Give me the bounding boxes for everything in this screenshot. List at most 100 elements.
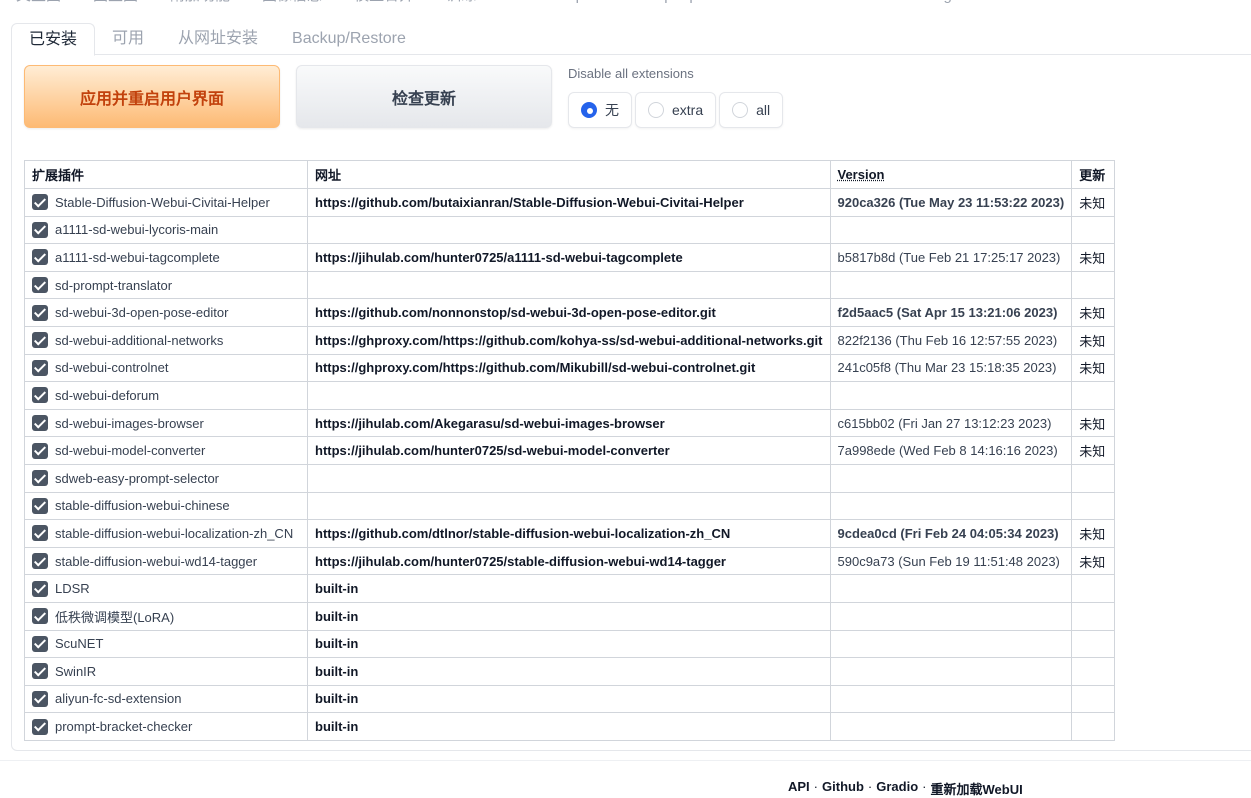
extension-toggle[interactable]: LDSR bbox=[32, 580, 300, 597]
radio-option-extra[interactable]: extra bbox=[635, 92, 717, 128]
extension-toggle[interactable]: 低秩微调模型(LoRA) bbox=[32, 607, 300, 626]
header-update: 更新 bbox=[1071, 160, 1116, 189]
tab-available[interactable]: 可用 bbox=[95, 23, 161, 55]
radio-option-all[interactable]: all bbox=[719, 92, 784, 128]
extension-toggle[interactable]: ScuNET bbox=[32, 635, 300, 652]
extension-update-status bbox=[1071, 215, 1116, 245]
extension-toggle[interactable]: aliyun-fc-sd-extension bbox=[32, 690, 300, 707]
extension-version bbox=[829, 574, 1073, 603]
extension-version bbox=[829, 684, 1073, 714]
extension-url[interactable]: https://ghproxy.com/https://github.com/M… bbox=[307, 353, 831, 383]
extension-toggle[interactable]: stable-diffusion-webui-wd14-tagger bbox=[32, 553, 300, 570]
extension-update-status bbox=[1071, 491, 1116, 521]
footer-link-reload-ui[interactable]: 重新加载WebUI bbox=[931, 779, 1023, 798]
extension-update-status: 未知 bbox=[1071, 188, 1116, 217]
radio-option-none[interactable]: 无 bbox=[568, 92, 632, 128]
extension-cell: LDSR bbox=[24, 574, 308, 603]
main-tab[interactable]: 图生图 bbox=[77, 0, 154, 6]
table-row: sd-webui-deforum bbox=[24, 381, 1116, 410]
table-row: SwinIR built-in bbox=[24, 657, 1116, 686]
tab-backup-restore[interactable]: Backup/Restore bbox=[275, 23, 423, 55]
extension-toggle[interactable]: sd-webui-additional-networks bbox=[32, 332, 300, 349]
main-tab[interactable]: 文生图 bbox=[0, 0, 77, 6]
table-row: prompt-bracket-checker built-in bbox=[24, 712, 1116, 741]
main-tab[interactable]: Civitai Helper bbox=[492, 0, 613, 6]
checkbox-checked-icon[interactable] bbox=[32, 221, 48, 238]
footer-link-github[interactable]: Github bbox=[822, 779, 864, 798]
extension-url[interactable]: https://github.com/butaixianran/Stable-D… bbox=[307, 188, 831, 217]
extension-toggle[interactable]: sd-webui-3d-open-pose-editor bbox=[32, 304, 300, 321]
extension-url[interactable]: https://jihulab.com/hunter0725/stable-di… bbox=[307, 546, 831, 576]
checkbox-checked-icon[interactable] bbox=[32, 415, 48, 432]
extension-toggle[interactable]: a1111-sd-webui-tagcomplete bbox=[32, 249, 300, 266]
tab-install-from-url[interactable]: 从网址安装 bbox=[161, 23, 275, 55]
checkbox-checked-icon[interactable] bbox=[32, 470, 48, 487]
checkbox-checked-icon[interactable] bbox=[32, 663, 48, 680]
extension-cell: sd-webui-additional-networks bbox=[24, 325, 308, 355]
main-tab[interactable]: Image Browser bbox=[902, 0, 1035, 6]
checkbox-checked-icon[interactable] bbox=[32, 194, 48, 211]
extension-toggle[interactable]: Stable-Diffusion-Webui-Civitai-Helper bbox=[32, 194, 300, 211]
extension-url[interactable]: https://jihulab.com/Akegarasu/sd-webui-i… bbox=[307, 408, 831, 438]
extensions-table: 扩展插件 网址 Version 更新 Stable-Diffusion-Webu… bbox=[24, 160, 1116, 741]
main-tab[interactable]: Additional Networks bbox=[738, 0, 903, 6]
checkbox-checked-icon[interactable] bbox=[32, 304, 48, 321]
extension-url[interactable]: https://ghproxy.com/https://github.com/k… bbox=[307, 325, 831, 355]
extension-toggle[interactable]: sd-prompt-translator bbox=[32, 277, 300, 294]
check-updates-button[interactable]: 检查更新 bbox=[296, 65, 552, 128]
extension-url bbox=[307, 463, 831, 493]
extension-toggle[interactable]: sd-webui-deforum bbox=[32, 387, 300, 404]
extension-url[interactable]: https://jihulab.com/hunter0725/sd-webui-… bbox=[307, 436, 831, 465]
extension-toggle[interactable]: sd-webui-model-converter bbox=[32, 442, 300, 459]
header-extension: 扩展插件 bbox=[24, 160, 308, 189]
extension-url[interactable]: https://jihulab.com/hunter0725/a1111-sd-… bbox=[307, 243, 831, 272]
extension-toggle[interactable]: sd-webui-images-browser bbox=[32, 415, 300, 432]
extension-toggle[interactable]: sdweb-easy-prompt-selector bbox=[32, 470, 300, 487]
checkbox-checked-icon[interactable] bbox=[32, 553, 48, 570]
main-tab[interactable]: 训练 bbox=[430, 0, 492, 6]
extension-update-status: 未知 bbox=[1071, 436, 1116, 465]
extension-url: built-in bbox=[307, 629, 831, 659]
extension-name: sd-webui-deforum bbox=[55, 387, 160, 403]
main-tab[interactable]: 3D Openpose bbox=[613, 0, 738, 6]
main-tab[interactable]: Model Converter bbox=[1035, 0, 1178, 6]
checkbox-checked-icon[interactable] bbox=[32, 359, 48, 376]
tab-installed[interactable]: 已安装 bbox=[11, 23, 96, 56]
footer-link-api[interactable]: API bbox=[788, 779, 810, 798]
checkbox-checked-icon[interactable] bbox=[32, 525, 48, 542]
extension-toggle[interactable]: stable-diffusion-webui-localization-zh_C… bbox=[32, 525, 300, 542]
extension-toggle[interactable]: SwinIR bbox=[32, 663, 300, 680]
extension-update-status bbox=[1071, 270, 1116, 300]
footer-link-gradio[interactable]: Gradio bbox=[876, 779, 918, 798]
checkbox-checked-icon[interactable] bbox=[32, 608, 48, 625]
checkbox-checked-icon[interactable] bbox=[32, 442, 48, 459]
extension-toggle[interactable]: a1111-sd-webui-lycoris-main bbox=[32, 221, 300, 238]
checkbox-checked-icon[interactable] bbox=[32, 249, 48, 266]
main-tab[interactable]: 模型合并 bbox=[338, 0, 430, 6]
checkbox-checked-icon[interactable] bbox=[32, 332, 48, 349]
checkbox-checked-icon[interactable] bbox=[32, 718, 48, 735]
table-row: LDSR built-in bbox=[24, 574, 1116, 603]
checkbox-checked-icon[interactable] bbox=[32, 497, 48, 514]
extension-toggle[interactable]: prompt-bracket-checker bbox=[32, 718, 300, 735]
main-tab[interactable]: 图像信息 bbox=[246, 0, 338, 6]
checkbox-checked-icon[interactable] bbox=[32, 690, 48, 707]
extension-version: 590c9a73 (Sun Feb 19 11:51:48 2023) bbox=[829, 546, 1073, 576]
extension-update-status: 未知 bbox=[1071, 408, 1116, 438]
extension-url: built-in bbox=[307, 601, 831, 631]
extension-url[interactable]: https://github.com/nonnonstop/sd-webui-3… bbox=[307, 298, 831, 327]
extension-update-status bbox=[1071, 381, 1116, 410]
checkbox-checked-icon[interactable] bbox=[32, 387, 48, 404]
main-tab[interactable]: 附加功能 bbox=[154, 0, 246, 6]
extension-url[interactable]: https://github.com/dtlnor/stable-diffusi… bbox=[307, 519, 831, 548]
extension-update-status bbox=[1071, 684, 1116, 714]
checkbox-checked-icon[interactable] bbox=[32, 580, 48, 597]
apply-and-restart-button[interactable]: 应用并重启用户界面 bbox=[24, 65, 280, 128]
table-row: a1111-sd-webui-lycoris-main bbox=[24, 215, 1116, 245]
main-tab[interactable]: Ta bbox=[1178, 0, 1226, 6]
extension-toggle[interactable]: sd-webui-controlnet bbox=[32, 359, 300, 376]
checkbox-checked-icon[interactable] bbox=[32, 277, 48, 294]
checkbox-checked-icon[interactable] bbox=[32, 635, 48, 652]
extension-toggle[interactable]: stable-diffusion-webui-chinese bbox=[32, 497, 300, 514]
extension-name: sdweb-easy-prompt-selector bbox=[55, 470, 220, 486]
